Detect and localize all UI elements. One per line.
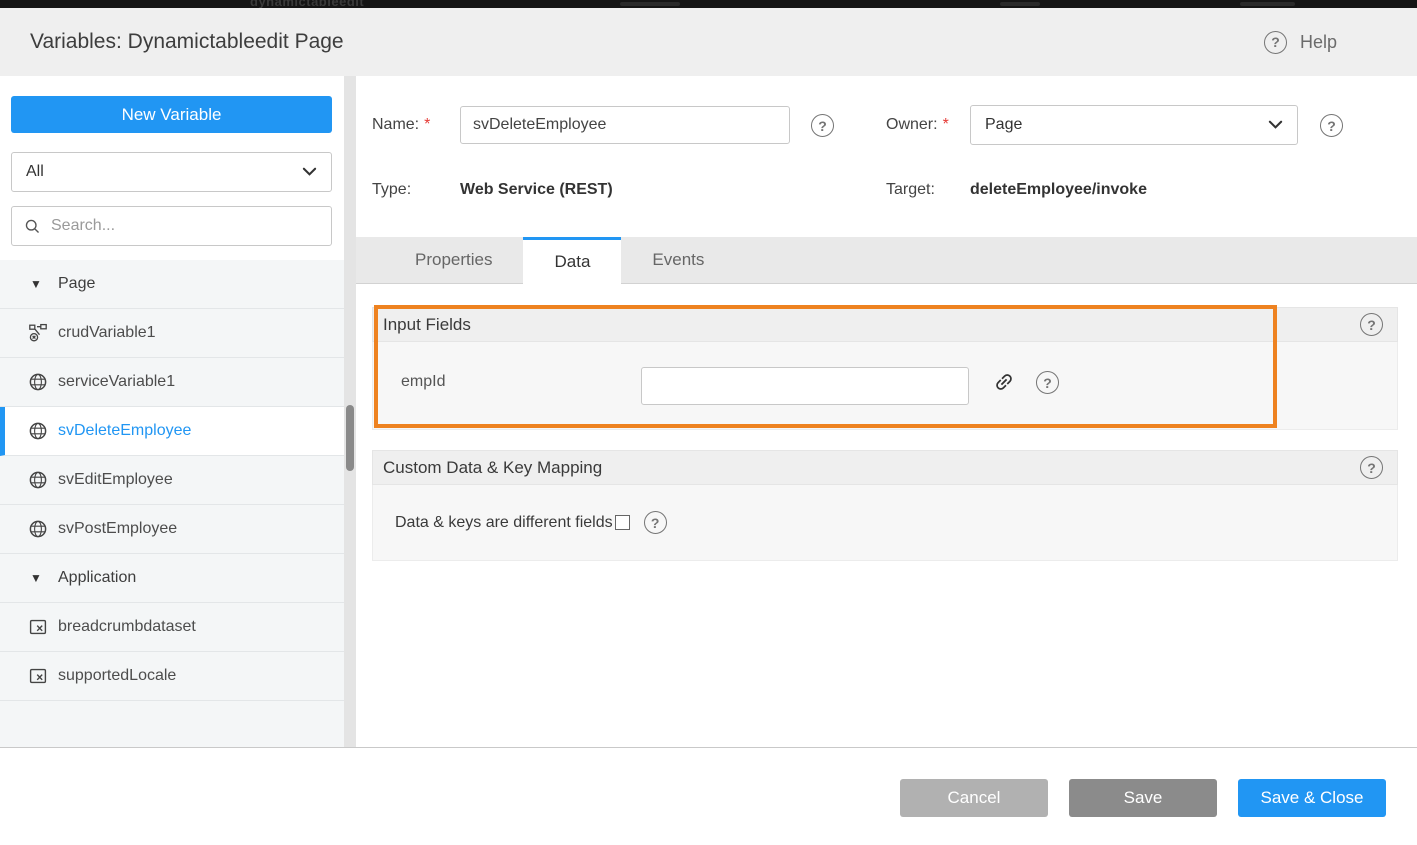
input-fields-title: Input Fields [383, 315, 471, 335]
custom-data-body: Data & keys are different fields ? [372, 485, 1398, 561]
sidebar-item-svpostemployee[interactable]: svPostEmployee [0, 505, 344, 554]
variable-label: supportedLocale [58, 667, 176, 685]
variable-list: ▼ Page crudVariable1 [0, 260, 344, 747]
web-service-icon [28, 421, 48, 441]
type-row: Type: [372, 176, 411, 204]
input-field-row: empId ? [373, 342, 1397, 429]
caret-down-icon[interactable]: ▼ [30, 571, 44, 585]
dataset-variable-icon [28, 617, 48, 637]
different-fields-checkbox[interactable] [615, 515, 630, 530]
different-fields-help-icon[interactable]: ? [644, 511, 667, 534]
dialog-title: Variables: Dynamictableedit Page [30, 30, 344, 54]
owner-row: Owner: * [886, 106, 949, 144]
group-label: Page [58, 275, 95, 293]
name-help-icon[interactable]: ? [811, 114, 834, 137]
dataset-variable-icon [28, 666, 48, 686]
variable-label: crudVariable1 [58, 324, 156, 342]
caret-down-icon[interactable]: ▼ [30, 277, 44, 291]
name-row: Name: * [372, 106, 430, 144]
input-fields-header: Input Fields ? [372, 307, 1398, 342]
owner-label: Owner: [886, 116, 938, 134]
sidebar-item-breadcrumbdataset[interactable]: breadcrumbdataset [0, 603, 344, 652]
variable-detail-panel: Name: * ? Owner: * Page ? Type: Web Serv… [356, 76, 1417, 747]
tab-data[interactable]: Data [523, 237, 621, 284]
sidebar-item-servicevariable1[interactable]: serviceVariable1 [0, 358, 344, 407]
custom-data-header: Custom Data & Key Mapping ? [372, 450, 1398, 485]
name-label: Name: [372, 116, 419, 134]
sidebar-group-application[interactable]: ▼ Application [0, 554, 344, 603]
variables-sidebar: New Variable All ▼ Page [0, 76, 344, 747]
sidebar-scrollbar-track[interactable] [344, 76, 356, 747]
tab-events[interactable]: Events [621, 237, 735, 283]
chevron-down-icon [1268, 120, 1283, 130]
help-button[interactable]: ? Help [1264, 31, 1337, 54]
owner-select[interactable]: Page [970, 105, 1298, 145]
variable-search[interactable] [11, 206, 332, 246]
sidebar-item-svdeleteemployee[interactable]: svDeleteEmployee [0, 407, 344, 456]
search-icon [24, 218, 41, 235]
tab-properties[interactable]: Properties [384, 237, 523, 283]
type-label: Type: [372, 181, 411, 199]
search-input[interactable] [51, 217, 319, 235]
target-row: Target: [886, 176, 935, 204]
variable-filter-select[interactable]: All [11, 152, 332, 192]
tabbar: Properties Data Events [356, 237, 1417, 284]
background-fragment [620, 2, 680, 6]
input-fields-section: Input Fields ? empId ? [372, 307, 1398, 430]
type-value: Web Service (REST) [460, 176, 613, 204]
save-button[interactable]: Save [1069, 779, 1217, 817]
background-fragment [1240, 2, 1295, 6]
custom-data-help-icon[interactable]: ? [1360, 456, 1383, 479]
empid-help-icon[interactable]: ? [1036, 371, 1059, 394]
custom-data-section: Custom Data & Key Mapping ? Data & keys … [372, 450, 1398, 561]
cancel-button[interactable]: Cancel [900, 779, 1048, 817]
custom-data-title: Custom Data & Key Mapping [383, 458, 602, 478]
footer-buttons: Cancel Save Save & Close [900, 779, 1386, 817]
target-label: Target: [886, 181, 935, 199]
required-marker: * [943, 116, 949, 134]
owner-help-icon[interactable]: ? [1320, 114, 1343, 137]
help-circle-icon[interactable]: ? [1264, 31, 1287, 54]
sidebar-scrollbar-thumb[interactable] [346, 405, 354, 471]
new-variable-button[interactable]: New Variable [11, 96, 332, 133]
sidebar-item-crudvariable1[interactable]: crudVariable1 [0, 309, 344, 358]
sidebar-item-supportedlocale[interactable]: supportedLocale [0, 652, 344, 701]
web-service-icon [28, 470, 48, 490]
help-label[interactable]: Help [1300, 32, 1337, 53]
variable-label: serviceVariable1 [58, 373, 175, 391]
variable-label: svDeleteEmployee [58, 422, 191, 440]
variable-label: svPostEmployee [58, 520, 177, 538]
input-fields-help-icon[interactable]: ? [1360, 313, 1383, 336]
group-label: Application [58, 569, 136, 587]
background-page-title-fragment: dynamictableedit [250, 0, 364, 8]
chevron-down-icon [302, 167, 317, 177]
field-label-empid: empId [401, 373, 445, 391]
background-fragment [1000, 2, 1040, 6]
target-value: deleteEmployee/invoke [970, 176, 1147, 204]
web-service-icon [28, 372, 48, 392]
sidebar-group-page[interactable]: ▼ Page [0, 260, 344, 309]
dialog-footer: Cancel Save Save & Close [0, 747, 1417, 845]
variable-label: breadcrumbdataset [58, 618, 196, 636]
input-fields-body: empId ? [372, 342, 1398, 430]
crud-variable-icon [28, 323, 48, 343]
name-input[interactable] [460, 106, 790, 144]
web-service-icon [28, 519, 48, 539]
different-fields-label: Data & keys are different fields [395, 514, 613, 532]
bind-link-icon[interactable] [993, 371, 1015, 393]
sidebar-item-sveditemployee[interactable]: svEditEmployee [0, 456, 344, 505]
save-and-close-button[interactable]: Save & Close [1238, 779, 1386, 817]
empid-input[interactable] [641, 367, 969, 405]
variable-label: svEditEmployee [58, 471, 173, 489]
variables-dialog: dynamictableedit Variables: Dynamictable… [0, 0, 1417, 845]
background-page-strip: dynamictableedit [0, 0, 1417, 8]
dialog-header: Variables: Dynamictableedit Page ? Help [0, 8, 1417, 76]
required-marker: * [424, 116, 430, 134]
variable-filter-value: All [26, 163, 44, 181]
owner-value: Page [985, 116, 1022, 134]
